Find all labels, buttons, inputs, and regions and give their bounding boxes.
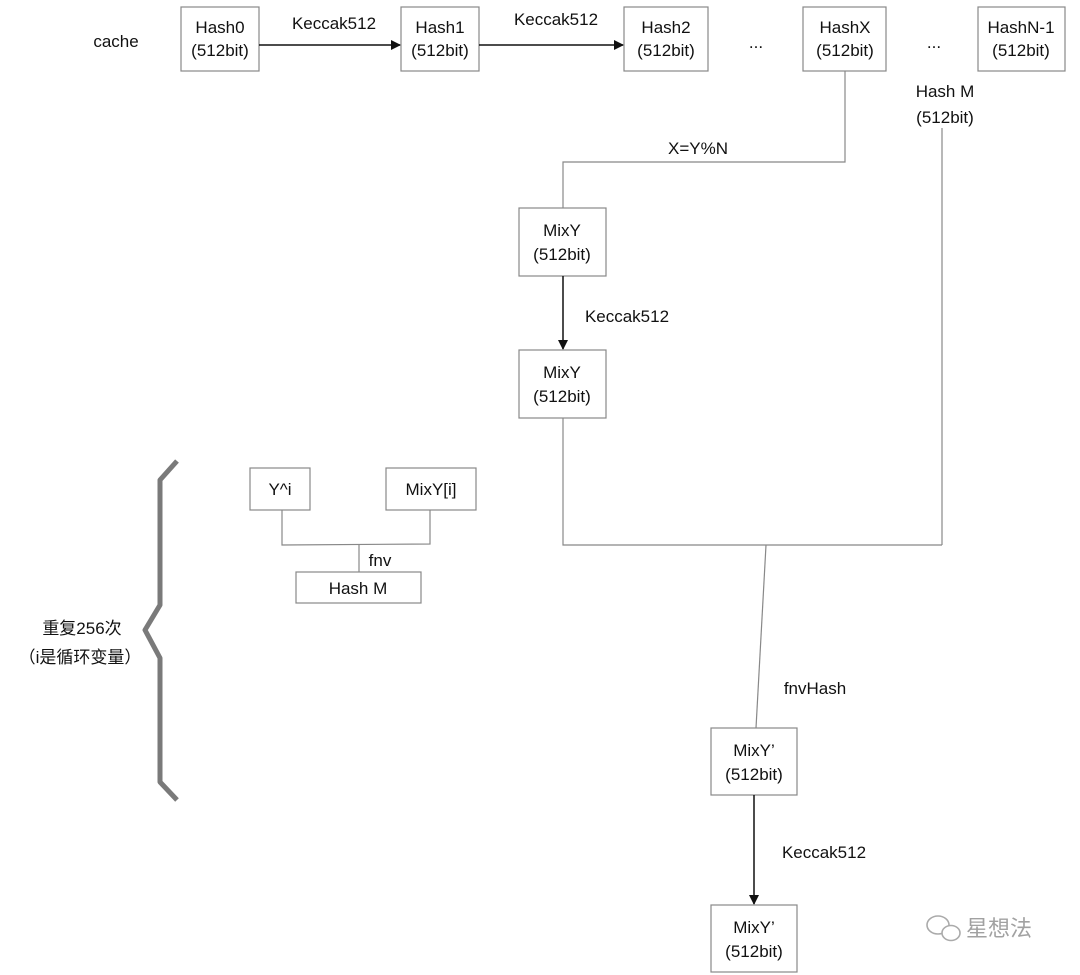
cache-label: cache (93, 32, 138, 51)
index-label: X=Y%N (668, 139, 728, 158)
node-size: (512bit) (411, 41, 469, 60)
edge-label-keccak: Keccak512 (514, 10, 598, 29)
node-name: MixY’ (733, 741, 775, 760)
node-name: Y^i (268, 480, 291, 499)
fnvhash-label: fnvHash (784, 679, 846, 698)
node-hash2: Hash2 (512bit) (623, 6, 709, 72)
node-mixy-prime-1: MixY’ (512bit) (710, 727, 798, 796)
node-hash-m: Hash M (295, 571, 422, 604)
node-hashn-1: HashN-1 (512bit) (977, 6, 1066, 72)
ellipsis: ... (749, 33, 763, 52)
node-hashx: HashX (512bit) (802, 6, 887, 72)
edge-label-keccak: Keccak512 (782, 843, 866, 862)
node-size: (512bit) (637, 41, 695, 60)
node-name: Hash0 (195, 18, 244, 37)
node-name: HashX (819, 18, 870, 37)
node-hash1: Hash1 (512bit) (400, 6, 480, 72)
node-mixy-2: MixY (512bit) (518, 349, 607, 419)
hash-m-size: (512bit) (916, 108, 974, 127)
node-name: MixY’ (733, 918, 775, 937)
node-name: MixY (543, 363, 581, 382)
node-size: (512bit) (725, 942, 783, 961)
fnv-label: fnv (369, 551, 392, 570)
node-name: Hash2 (641, 18, 690, 37)
node-y-pow-i: Y^i (249, 467, 311, 511)
node-size: (512bit) (992, 41, 1050, 60)
watermark-text: 星想法 (966, 916, 1032, 941)
node-mixy-1: MixY (512bit) (518, 207, 607, 277)
node-size: (512bit) (725, 765, 783, 784)
watermark: 星想法 (926, 915, 1032, 942)
node-size: (512bit) (533, 387, 591, 406)
node-name: Hash1 (415, 18, 464, 37)
loop-variable-label: （i是循环变量） (19, 648, 142, 667)
edge-label-keccak: Keccak512 (292, 14, 376, 33)
node-size: (512bit) (191, 41, 249, 60)
node-name: HashN-1 (987, 18, 1054, 37)
hash-m-label: Hash M (916, 82, 975, 101)
node-size: (512bit) (533, 245, 591, 264)
node-name: MixY (543, 221, 581, 240)
node-name: MixY[i] (406, 480, 457, 499)
node-mixy-i: MixY[i] (385, 467, 477, 511)
ellipsis: ... (927, 33, 941, 52)
curly-brace (142, 459, 179, 802)
connector-fnv-inputs (281, 510, 431, 546)
node-size: (512bit) (816, 41, 874, 60)
edge-label-keccak: Keccak512 (585, 307, 669, 326)
node-mixy-prime-2: MixY’ (512bit) (710, 904, 798, 973)
node-hash0: Hash0 (512bit) (180, 6, 260, 72)
ethash-diagram: cache Hash0 (512bit) Hash1 (512bit) Hash… (19, 6, 1066, 973)
wechat-icon (926, 915, 961, 942)
node-name: Hash M (329, 579, 388, 598)
connector-fnvhash (755, 544, 767, 729)
repeat-label: 重复256次 (42, 619, 121, 638)
connector-mixy-merge (562, 418, 942, 546)
